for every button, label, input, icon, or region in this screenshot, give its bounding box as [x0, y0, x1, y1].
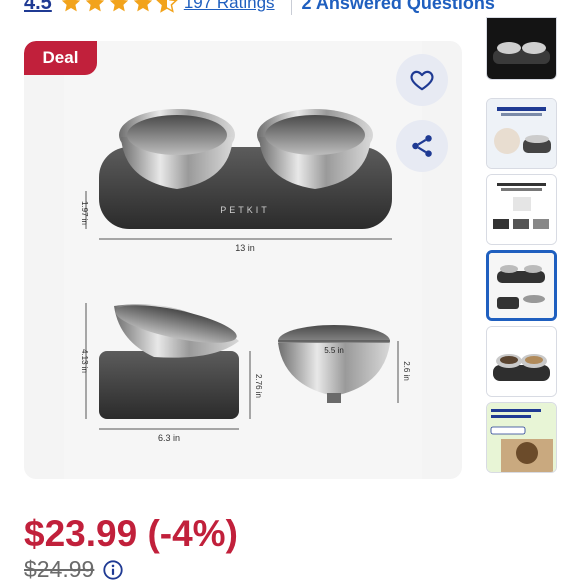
- divider: [290, 0, 292, 15]
- thumbnail-image: [487, 327, 556, 396]
- rating-value[interactable]: 4.5: [24, 0, 52, 15]
- star-icon: [109, 0, 128, 12]
- thumbnail-5[interactable]: [486, 326, 557, 397]
- svg-text:5.5 in: 5.5 in: [324, 346, 344, 355]
- main-product-image[interactable]: PETKIT 1.97 in 13 in 4.13 in 2.76 in 6.3…: [24, 41, 462, 479]
- thumbnail-1[interactable]: [486, 17, 557, 80]
- brand-label: PETKIT: [220, 205, 270, 215]
- star-icon: [133, 0, 152, 12]
- thumbnail-4-selected[interactable]: [486, 250, 557, 321]
- thumbnail-image: [487, 18, 556, 79]
- share-icon: [412, 135, 432, 157]
- was-price-row: $24.99: [24, 556, 124, 583]
- thumbnail-image: [487, 403, 556, 472]
- svg-text:13 in: 13 in: [235, 243, 255, 253]
- current-price: $23.99 (-4%): [24, 513, 238, 554]
- rating-strip: 4.5 197 Ratings 2 Answered Questions: [24, 0, 495, 15]
- thumbnail-6[interactable]: [486, 402, 557, 473]
- was-price: $24.99: [24, 556, 95, 582]
- deal-badge: Deal: [24, 41, 97, 75]
- svg-text:1.97 in: 1.97 in: [80, 201, 89, 225]
- thumbnail-image: [487, 99, 556, 168]
- svg-text:2.6 in: 2.6 in: [402, 361, 411, 381]
- svg-text:6.3 in: 6.3 in: [158, 433, 180, 443]
- thumbnail-2[interactable]: [486, 98, 557, 169]
- favorite-button[interactable]: [396, 54, 448, 106]
- heart-outline-icon: [410, 70, 434, 91]
- answered-questions-link[interactable]: 2 Answered Questions: [302, 0, 495, 14]
- thumbnail-3[interactable]: [486, 174, 557, 245]
- svg-text:2.76 in: 2.76 in: [254, 374, 263, 398]
- product-dimensions-image: PETKIT 1.97 in 13 in 4.13 in 2.76 in 6.3…: [64, 41, 422, 479]
- thumbnail-image: [489, 253, 554, 318]
- share-button[interactable]: [396, 120, 448, 172]
- info-icon[interactable]: [102, 559, 124, 581]
- star-icon: [61, 0, 80, 12]
- star-rating: [60, 0, 180, 14]
- half-star-icon: [155, 0, 178, 13]
- star-icon: [85, 0, 104, 12]
- ratings-count-link[interactable]: 197 Ratings: [184, 0, 275, 13]
- svg-text:4.13 in: 4.13 in: [80, 349, 89, 373]
- thumbnail-image: [487, 175, 556, 244]
